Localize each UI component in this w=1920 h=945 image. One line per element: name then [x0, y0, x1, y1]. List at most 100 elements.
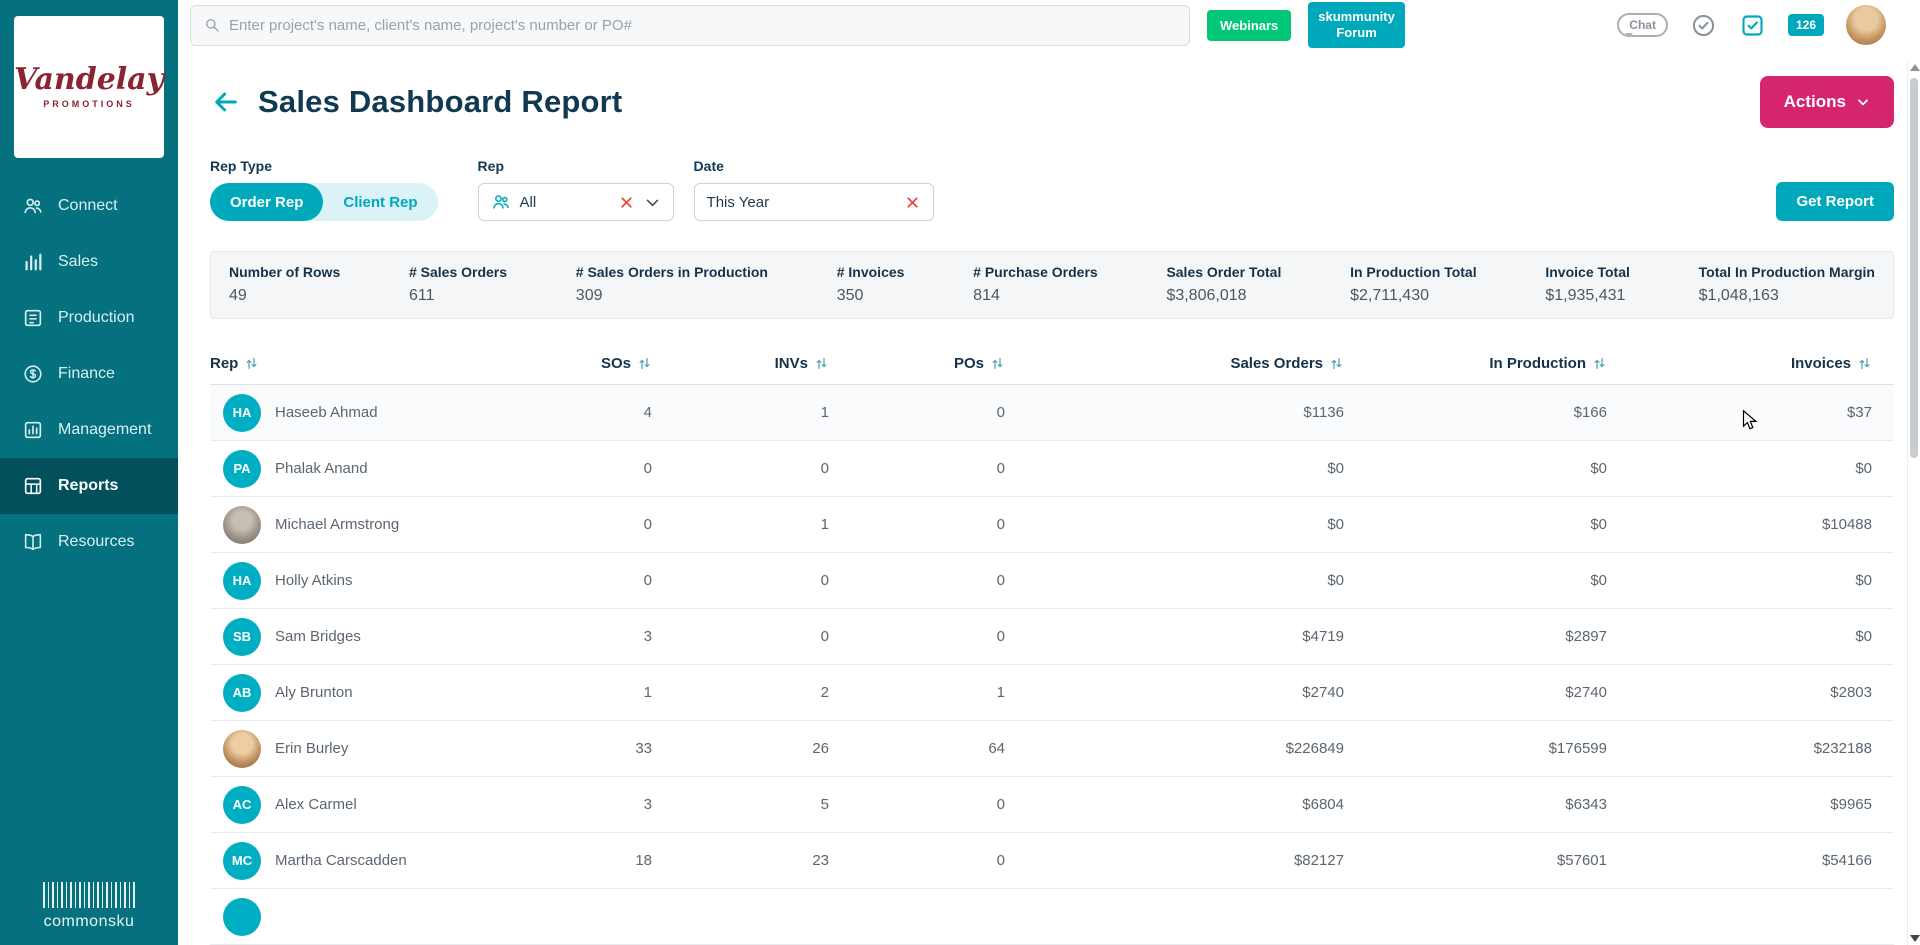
table-row-aly-brunton[interactable]: AB Aly Brunton 121$2740$2740$2803 [210, 665, 1894, 721]
avatar-initials: HA [223, 394, 261, 432]
rep-name: Haseeb Ahmad [275, 404, 378, 421]
avatar-initials: AC [223, 786, 261, 824]
chat-icon[interactable]: Chat [1617, 13, 1668, 37]
get-report-button[interactable]: Get Report [1776, 182, 1894, 221]
sidebar-nav: Connect Sales Production Finance Managem… [0, 178, 178, 570]
cell-in-production: $57601 [1344, 852, 1607, 869]
column-header-rep[interactable]: Rep [210, 355, 532, 372]
scrollbar-thumb[interactable] [1910, 78, 1918, 458]
bar-chart-icon [22, 251, 44, 273]
sidebar-item-finance[interactable]: Finance [0, 346, 178, 402]
user-avatar[interactable] [1846, 5, 1886, 45]
stat-label: # Sales Orders in Production [576, 264, 768, 280]
global-search[interactable] [190, 5, 1190, 46]
date-input[interactable]: This Year [694, 183, 934, 221]
sidebar-item-sales[interactable]: Sales [0, 234, 178, 290]
filters-bar: Rep Type Order Rep Client Rep Rep All [210, 158, 1894, 221]
sidebar-item-production[interactable]: Production [0, 290, 178, 346]
table-row-sam-bridges[interactable]: SB Sam Bridges 300$4719$2897$0 [210, 609, 1894, 665]
table-row-holly-atkins[interactable]: HA Holly Atkins 000$0$0$0 [210, 553, 1894, 609]
sidebar-item-management[interactable]: Management [0, 402, 178, 458]
sort-icon[interactable] [1329, 356, 1344, 371]
column-header-pos[interactable]: POs [829, 355, 1005, 372]
vertical-scrollbar[interactable] [1907, 62, 1920, 945]
actions-button[interactable]: Actions [1760, 76, 1894, 128]
stat-value: 611 [409, 287, 507, 305]
table-row-erin-burley[interactable]: Erin Burley 332664$226849$176599$232188 [210, 721, 1894, 777]
skummunity-forum-button[interactable]: skummunity Forum [1308, 2, 1405, 49]
page-content: Sales Dashboard Report Actions Rep Type … [178, 50, 1920, 945]
cell-sales-orders: $82127 [1005, 852, 1344, 869]
summary-stat-invoice-total: Invoice Total $1,935,431 [1545, 264, 1630, 306]
rep-cell: SB Sam Bridges [210, 618, 532, 656]
column-header-invoices[interactable]: Invoices [1607, 355, 1872, 372]
table-row-phalak-anand[interactable]: PA Phalak Anand 000$0$0$0 [210, 441, 1894, 497]
sort-icon[interactable] [814, 356, 829, 371]
cell-sales-orders: $0 [1005, 460, 1344, 477]
scroll-down-arrow[interactable] [1910, 935, 1920, 942]
summary-stat-sales-orders-in-production: # Sales Orders in Production 309 [576, 264, 768, 306]
webinars-button[interactable]: Webinars [1207, 10, 1291, 41]
cell-sos: 0 [532, 460, 652, 477]
stat-label: # Invoices [837, 264, 905, 280]
order-rep-tab[interactable]: Order Rep [210, 183, 323, 221]
stat-label: Invoice Total [1545, 264, 1630, 280]
column-label: Invoices [1791, 355, 1851, 372]
table-row-haseeb-ahmad[interactable]: HA Haseeb Ahmad 410$1136$166$37 [210, 385, 1894, 441]
rep-chevron-down-icon[interactable] [644, 194, 661, 211]
search-input[interactable] [229, 17, 1177, 34]
cell-sales-orders: $226849 [1005, 740, 1344, 757]
sort-icon[interactable] [1592, 356, 1607, 371]
clock-check-icon[interactable] [1690, 12, 1717, 39]
notification-count-badge[interactable]: 126 [1788, 14, 1824, 36]
topbar-icons: Chat 126 [1617, 5, 1886, 45]
logo-subtext: PROMOTIONS [43, 99, 135, 109]
cell-invs: 5 [652, 796, 829, 813]
sidebar-item-reports[interactable]: Reports [0, 458, 178, 514]
cell-invoices: $9965 [1607, 796, 1872, 813]
stat-label: Sales Order Total [1166, 264, 1281, 280]
sidebar-item-label: Reports [58, 477, 118, 495]
column-label: INVs [775, 355, 808, 372]
rep-cell: Erin Burley [210, 730, 532, 768]
back-arrow-icon[interactable] [210, 86, 242, 118]
sidebar-item-connect[interactable]: Connect [0, 178, 178, 234]
cell-in-production: $0 [1344, 572, 1607, 589]
cell-pos: 1 [829, 684, 1005, 701]
table-body: HA Haseeb Ahmad 410$1136$166$37 PA Phala… [210, 385, 1894, 945]
scroll-up-arrow[interactable] [1910, 64, 1920, 71]
rep-select[interactable]: All [478, 183, 674, 221]
sort-icon[interactable] [1857, 356, 1872, 371]
table-row-martha-carscadden[interactable]: MC Martha Carscadden 18230$82127$57601$5… [210, 833, 1894, 889]
book-icon [22, 531, 44, 553]
stat-value: 350 [837, 287, 905, 305]
tasks-icon[interactable] [1739, 12, 1766, 39]
sidebar-item-resources[interactable]: Resources [0, 514, 178, 570]
cell-invs: 2 [652, 684, 829, 701]
clear-date-icon[interactable] [904, 194, 921, 211]
column-header-invs[interactable]: INVs [652, 355, 829, 372]
cell-invs: 23 [652, 852, 829, 869]
forum-label-line1: skummunity [1318, 9, 1395, 25]
table-row-alex-carmel[interactable]: AC Alex Carmel 350$6804$6343$9965 [210, 777, 1894, 833]
company-logo[interactable]: Vandelay PROMOTIONS [14, 16, 164, 158]
sort-icon[interactable] [990, 356, 1005, 371]
table-row-partial[interactable] [210, 889, 1894, 945]
cell-sos: 0 [532, 516, 652, 533]
sort-icon[interactable] [637, 356, 652, 371]
rep-cell: PA Phalak Anand [210, 450, 532, 488]
topbar: Webinars skummunity Forum Chat 126 [178, 0, 1920, 50]
column-header-in-production[interactable]: In Production [1344, 355, 1607, 372]
table-header: Rep SOs INVs POs Sales Orders In Product… [210, 343, 1894, 385]
stat-label: In Production Total [1350, 264, 1477, 280]
table-row-michael-armstrong[interactable]: Michael Armstrong 010$0$0$10488 [210, 497, 1894, 553]
cell-sos: 33 [532, 740, 652, 757]
clipboard-icon [22, 307, 44, 329]
chart-box-icon [22, 419, 44, 441]
column-header-sales-orders[interactable]: Sales Orders [1005, 355, 1344, 372]
clear-rep-icon[interactable] [618, 194, 635, 211]
client-rep-tab[interactable]: Client Rep [323, 183, 437, 221]
sort-icon[interactable] [244, 356, 259, 371]
column-header-sos[interactable]: SOs [532, 355, 652, 372]
logo-text: Vandelay [14, 65, 164, 95]
